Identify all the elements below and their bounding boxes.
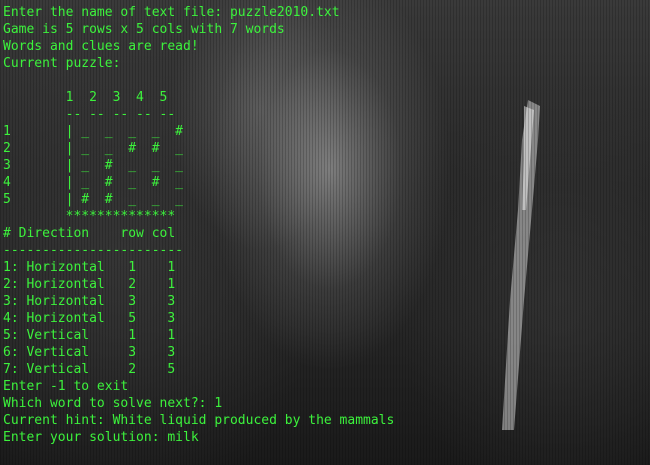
clue-table-row: 4: Horizontal 5 3 <box>3 311 176 326</box>
clue-table-row: 2: Horizontal 2 1 <box>3 277 176 292</box>
terminal-line-solution-input[interactable]: Enter your solution: milk <box>3 429 394 446</box>
puzzle-row: 4 | _ # _ # _ <box>3 175 184 190</box>
terminal-line-words-read: Words and clues are read! <box>3 39 199 54</box>
puzzle-row: 5 | # # _ _ _ <box>3 192 184 207</box>
terminal-line-current-puzzle: Current puzzle: <box>3 56 121 71</box>
terminal-line-exit-instruction: Enter -1 to exit <box>3 379 129 394</box>
puzzle-row: 2 | _ _ # # _ <box>3 141 184 156</box>
clue-table-row: 3: Horizontal 3 3 <box>3 294 176 309</box>
clue-table-row: 7: Vertical 2 5 <box>3 362 176 377</box>
puzzle-column-header: 1 2 3 4 5 <box>3 90 168 105</box>
terminal-line-filename-prompt: Enter the name of text file: puzzle2010.… <box>3 5 340 20</box>
puzzle-row: 1 | _ _ _ _ # <box>3 124 184 139</box>
clue-table-row: 1: Horizontal 1 1 <box>3 260 176 275</box>
clue-table-row: 6: Vertical 3 3 <box>3 345 176 360</box>
terminal-line-word-choice-prompt: Which word to solve next?: 1 <box>3 396 223 411</box>
puzzle-footer-rule: ************** <box>3 209 176 224</box>
puzzle-row: 3 | _ # _ _ _ <box>3 158 184 173</box>
clue-table-rule: ----------------------- <box>3 243 184 258</box>
clue-table-header: # Direction row col <box>3 226 176 241</box>
clue-table-row: 5: Vertical 1 1 <box>3 328 176 343</box>
terminal-output[interactable]: Enter the name of text file: puzzle2010.… <box>3 4 394 446</box>
puzzle-header-rule: -- -- -- -- -- <box>3 107 176 122</box>
terminal-line-game-size: Game is 5 rows x 5 cols with 7 words <box>3 22 285 37</box>
terminal-line-current-hint: Current hint: White liquid produced by t… <box>3 413 395 428</box>
